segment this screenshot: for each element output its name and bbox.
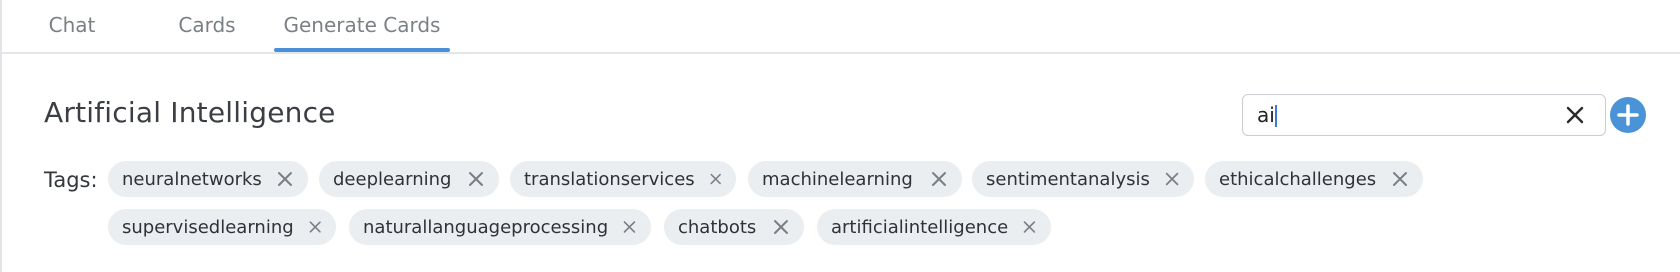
- tab-bar: Chat Cards Generate Cards: [2, 0, 1680, 54]
- text-cursor: [1275, 105, 1277, 127]
- close-icon[interactable]: [772, 218, 790, 236]
- tag-label: sentimentanalysis: [986, 168, 1150, 190]
- close-icon[interactable]: [1391, 170, 1409, 188]
- tag-chip: chatbots: [664, 209, 804, 245]
- tag-chip: neuralnetworks: [108, 161, 308, 197]
- add-button[interactable]: [1610, 97, 1646, 133]
- tag-label: translationservices: [524, 168, 695, 190]
- tab-generate-cards[interactable]: Generate Cards: [274, 0, 450, 50]
- tags-label: Tags:: [44, 168, 98, 192]
- tag-chip: machinelearning: [748, 161, 962, 197]
- tag-label: supervisedlearning: [122, 216, 294, 238]
- tag-label: deeplearning: [333, 168, 452, 190]
- tag-chip: sentimentanalysis: [972, 161, 1194, 197]
- close-icon[interactable]: [709, 170, 722, 188]
- tag-label: neuralnetworks: [122, 168, 262, 190]
- close-icon[interactable]: [467, 170, 485, 188]
- search-field[interactable]: [1242, 94, 1606, 136]
- tag-chip: deeplearning: [319, 161, 499, 197]
- page-title: Artificial Intelligence: [44, 96, 336, 129]
- close-icon[interactable]: [930, 170, 948, 188]
- close-icon[interactable]: [1565, 105, 1585, 125]
- tag-chip: translationservices: [510, 161, 736, 197]
- active-tab-indicator: [274, 48, 450, 52]
- close-icon[interactable]: [308, 218, 322, 236]
- tag-chip: ethicalchallenges: [1205, 161, 1423, 197]
- tag-chip: supervisedlearning: [108, 209, 336, 245]
- search-input[interactable]: [1257, 95, 1527, 134]
- close-icon[interactable]: [1022, 218, 1037, 236]
- tab-cards[interactable]: Cards: [162, 0, 252, 50]
- tag-label: artificialintelligence: [831, 216, 1009, 238]
- close-icon[interactable]: [622, 218, 637, 236]
- tag-label: ethicalchallenges: [1219, 168, 1377, 190]
- tab-chat[interactable]: Chat: [32, 0, 112, 50]
- tag-chip: artificialintelligence: [817, 209, 1051, 245]
- close-icon[interactable]: [1164, 170, 1180, 188]
- tag-chip: naturallanguageprocessing: [349, 209, 651, 245]
- tag-label: naturallanguageprocessing: [363, 216, 609, 238]
- tag-label: machinelearning: [762, 168, 913, 190]
- close-icon[interactable]: [276, 170, 294, 188]
- generate-cards-panel: Chat Cards Generate Cards Artificial Int…: [0, 0, 1680, 272]
- tag-label: chatbots: [678, 216, 757, 238]
- plus-icon: [1617, 104, 1639, 126]
